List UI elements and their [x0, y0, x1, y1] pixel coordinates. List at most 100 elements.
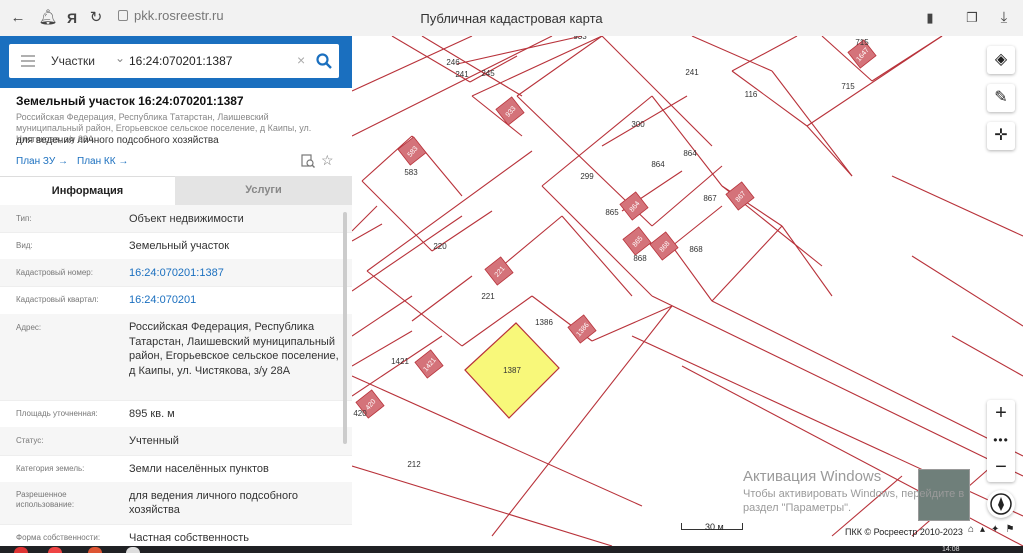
parcel-boundary	[671, 205, 723, 247]
parcel-boundary	[651, 295, 1023, 477]
field-label: Кадастровый квартал:	[16, 295, 99, 304]
lock-icon	[118, 10, 128, 21]
parcel-boundary	[781, 225, 833, 297]
parcel-boundary	[421, 36, 523, 97]
field-label: Кадастровый номер:	[16, 268, 93, 277]
more-icon[interactable]: •••	[987, 427, 1015, 454]
table-row: Разрешенное использование: для ведения л…	[0, 482, 352, 525]
parcel-label-865: 865	[605, 208, 619, 217]
parcel-boundary	[516, 36, 603, 97]
cadastral-number-link[interactable]: 16:24:070201:1387	[129, 266, 339, 280]
zoom-in-button[interactable]: +	[987, 400, 1015, 427]
field-label: Статус:	[16, 436, 44, 445]
star-icon[interactable]: ☆	[321, 152, 334, 169]
parcel-label-241: 241	[685, 68, 699, 77]
parcel-label-241: 241	[455, 70, 469, 79]
map-footer-icons[interactable]: ⌂▴✦⚑	[968, 524, 1020, 535]
tab-info[interactable]: Информация	[0, 176, 175, 206]
parcel-boundary	[591, 305, 673, 342]
parcel-boundary	[352, 215, 463, 292]
download-icon[interactable]: ⤓	[994, 8, 1014, 28]
field-value: Объект недвижимости	[129, 213, 244, 225]
info-panel: Участки ⌄ × Земельный участок 16:24:0702…	[0, 36, 352, 546]
parcel-boundary	[911, 255, 1023, 327]
parcel-label-715: 715	[855, 38, 869, 47]
chevron-down-icon[interactable]: ⌄	[115, 51, 125, 65]
zoom-out-button[interactable]: −	[987, 454, 1015, 481]
plan-zu-link[interactable]: План ЗУ →	[16, 156, 68, 167]
search-box: Участки ⌄ ×	[9, 44, 339, 78]
table-row: Кадастровый квартал: 16:24:070201	[0, 286, 352, 315]
plan-kk-link[interactable]: План КК →	[77, 156, 128, 167]
print-icon[interactable]	[301, 154, 315, 168]
reload-icon[interactable]: ↻	[86, 8, 106, 28]
bell-icon[interactable]: 🔔︎	[38, 8, 58, 28]
taskbar-app-icon[interactable]	[88, 547, 102, 553]
parcel-boundary	[501, 215, 563, 267]
table-row: Кадастровый номер: 16:24:070201:1387	[0, 259, 352, 287]
back-icon[interactable]: ←	[8, 8, 28, 28]
zoom-control: + ••• −	[987, 400, 1015, 482]
parcel-boundary	[731, 36, 798, 72]
parcel-boundary	[891, 175, 1023, 237]
parcel-title: Земельный участок 16:24:070201:1387	[16, 94, 244, 108]
parcel-boundary	[352, 465, 613, 546]
scrollbar[interactable]	[343, 212, 347, 444]
parcel-label-220: 220	[433, 242, 447, 251]
field-value: Учтенный	[129, 435, 179, 447]
compass-icon[interactable]	[987, 490, 1015, 518]
tab-bar: Информация Услуги	[0, 176, 352, 206]
parcel-label-299: 299	[580, 172, 594, 181]
parcel-label-715: 715	[841, 82, 855, 91]
field-label: Разрешенное использование:	[16, 490, 75, 509]
parcel-boundary	[601, 36, 713, 147]
parcel-label-864: 864	[683, 149, 697, 158]
clear-icon[interactable]: ×	[297, 52, 305, 68]
taskbar-app-icon[interactable]	[48, 547, 62, 553]
parcel-boundary	[806, 125, 853, 177]
table-row: Статус: Учтенный	[0, 427, 352, 456]
table-row: Категория земель: Земли населённых пункт…	[0, 455, 352, 483]
parcel-label-221: 221	[481, 292, 495, 301]
field-value: Земельный участок	[129, 240, 230, 252]
parcel-boundary	[691, 36, 773, 72]
field-label: Категория земель:	[16, 464, 85, 473]
field-label: Адрес:	[16, 323, 42, 332]
parcel-boundary	[771, 70, 853, 177]
taskbar-app-icon[interactable]	[14, 547, 28, 553]
layers-icon[interactable]: ◈	[987, 46, 1015, 74]
address-bar[interactable]: pkk.rosreestr.ru	[118, 8, 224, 23]
parcel-boundary	[352, 36, 553, 137]
copyright: ПКК © Росреестр 2010-2023	[845, 527, 963, 537]
search-type-select[interactable]: Участки	[51, 54, 95, 68]
locate-icon[interactable]: ✛	[987, 122, 1015, 150]
parcel-boundary	[671, 245, 713, 302]
ruler-icon[interactable]: ✎	[987, 84, 1015, 112]
parcel-boundary	[651, 95, 723, 187]
parcel-label-868: 868	[689, 245, 703, 254]
search-bar: Участки ⌄ ×	[0, 36, 352, 88]
search-icon[interactable]	[315, 52, 333, 70]
parcel-label-1387: 1387	[503, 366, 521, 375]
menu-icon[interactable]	[21, 55, 35, 70]
field-label: Вид:	[16, 241, 33, 250]
bookmark-icon[interactable]: ▮	[920, 8, 940, 28]
parcel-boundary	[366, 270, 463, 347]
parcel-boundary	[456, 36, 583, 65]
cadastral-quarter-link[interactable]: 16:24:070201	[129, 293, 339, 307]
collections-icon[interactable]: ❐	[962, 8, 982, 28]
table-row: Тип: Объект недвижимости	[0, 205, 352, 233]
search-input[interactable]	[129, 52, 299, 70]
table-row: Вид: Земельный участок	[0, 232, 352, 260]
parcel-boundary	[352, 205, 378, 232]
field-value: 895 кв. м	[129, 408, 175, 420]
parcel-boundary	[951, 335, 1023, 377]
taskbar-app-icon[interactable]	[126, 547, 140, 553]
table-row: Форма собственности: Частная собственнос…	[0, 524, 352, 546]
field-value: Земли населённых пунктов	[129, 463, 269, 475]
parcel-label-212: 212	[407, 460, 421, 469]
browser-toolbar: ← 🔔︎ Я ↻ pkk.rosreestr.ru Публичная када…	[0, 0, 1023, 37]
yandex-icon[interactable]: Я	[62, 8, 82, 28]
tab-services[interactable]: Услуги	[175, 176, 352, 205]
parcel-boundary	[711, 225, 783, 302]
